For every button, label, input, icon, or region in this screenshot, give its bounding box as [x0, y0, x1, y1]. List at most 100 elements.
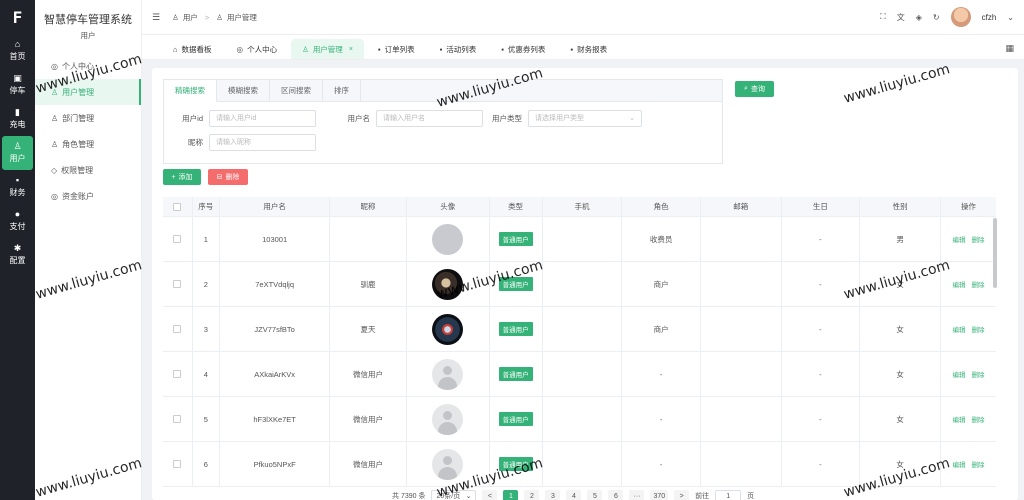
- tab-user-management[interactable]: ♙ 用户管理 ×: [291, 39, 364, 59]
- rail-item-home[interactable]: ⌂ 首页: [0, 34, 35, 68]
- row-checkbox[interactable]: [173, 460, 182, 468]
- edit-button[interactable]: 编辑: [952, 369, 965, 379]
- sidebar-item-user-management[interactable]: ♙ 用户管理: [35, 79, 141, 105]
- cell-actions: 编辑 删除: [941, 262, 996, 306]
- cell-avatar: [407, 217, 490, 261]
- refresh-icon[interactable]: ↻: [933, 13, 940, 22]
- row-checkbox[interactable]: [173, 415, 182, 423]
- breadcrumb-item[interactable]: 用户: [183, 12, 198, 23]
- page-size-select[interactable]: 20条/页 ⌄: [431, 489, 477, 500]
- theme-icon[interactable]: ◈: [916, 13, 922, 22]
- tab-coupons[interactable]: ▪ 优惠券列表: [490, 39, 557, 59]
- rail-item-payment[interactable]: ● 支付: [0, 204, 35, 238]
- search-row-2: 昵称 请输入昵称: [164, 131, 722, 153]
- avatar[interactable]: [950, 7, 971, 27]
- prev-page-button[interactable]: <: [482, 489, 498, 500]
- page-button[interactable]: 3: [545, 489, 561, 500]
- delete-row-button[interactable]: 删除: [971, 324, 984, 334]
- tab-sort[interactable]: 排序: [323, 80, 361, 101]
- username-input[interactable]: 请输入用户名: [376, 109, 483, 127]
- userid-input[interactable]: 请输入用户id: [209, 109, 316, 127]
- cell-nickname: 微信用户: [330, 352, 407, 396]
- table-row[interactable]: 5 hF3lXKe7ET 微信用户 普通用户 - - 女编辑 删除: [163, 397, 996, 442]
- page-button[interactable]: 5: [587, 489, 603, 500]
- cell-no: 1: [193, 217, 221, 261]
- row-checkbox[interactable]: [173, 280, 182, 288]
- rail-item-user[interactable]: ♙ 用户: [2, 136, 33, 170]
- rail-item-finance[interactable]: ▪ 财务: [0, 170, 35, 204]
- chevron-down-icon: ⌄: [465, 493, 472, 500]
- sidebar-item-fund-account[interactable]: ◎ 资金账户: [35, 183, 141, 209]
- grid-icon[interactable]: ▦: [1005, 43, 1014, 54]
- tab-dashboard[interactable]: ⌂ 数据看板: [162, 39, 223, 59]
- tab-exact-search[interactable]: 精确搜索: [164, 80, 217, 102]
- tab-fuzzy-search[interactable]: 模糊搜索: [217, 80, 270, 101]
- list-icon: ▪: [439, 44, 443, 54]
- search-icon: ⌕: [744, 85, 748, 92]
- edit-button[interactable]: 编辑: [952, 279, 965, 289]
- delete-row-button[interactable]: 删除: [971, 369, 984, 379]
- edit-button[interactable]: 编辑: [952, 234, 965, 244]
- row-checkbox[interactable]: [173, 325, 182, 333]
- avatar: [432, 448, 464, 480]
- search-row-1: 用户id 请输入用户id 用户名 请输入用户名 用户类型 请选择用户类型 ⌄: [164, 107, 722, 129]
- sidebar-item-permissions[interactable]: ◇ 权限管理: [35, 157, 141, 183]
- table-row[interactable]: 2 7eXTVdqljq 驯鹿 普通用户 商户 - 女编辑 删除: [163, 262, 996, 307]
- sidebar-item-roles[interactable]: ♙ 角色管理: [35, 131, 141, 157]
- page-button[interactable]: 4: [566, 489, 582, 500]
- sidebar-item-profile[interactable]: ◎ 个人中心: [35, 53, 141, 79]
- table-row[interactable]: 4 AXkaiArKVx 微信用户 普通用户 - - 女编辑 删除: [163, 352, 996, 397]
- rail-item-label: 停车: [9, 86, 26, 95]
- close-icon[interactable]: ×: [349, 46, 353, 53]
- table-row[interactable]: 3 JZV77sfBTo 夏天 普通用户 商户 - 女编辑 删除: [163, 307, 996, 352]
- menu-fold-icon[interactable]: ☰: [152, 12, 160, 23]
- translate-icon[interactable]: 文: [897, 12, 905, 23]
- select-all-checkbox[interactable]: [173, 202, 182, 211]
- delete-row-button[interactable]: 删除: [971, 234, 984, 244]
- delete-row-button[interactable]: 删除: [971, 414, 984, 424]
- column-header: 手机: [543, 197, 623, 216]
- delete-button[interactable]: ⊟ 删除: [208, 169, 248, 185]
- table-scrollbar[interactable]: [993, 218, 997, 288]
- column-header: 昵称: [330, 197, 407, 216]
- page-button[interactable]: 2: [524, 489, 540, 500]
- cell-username: AXkaiArKVx: [220, 352, 331, 396]
- usertype-select[interactable]: 请选择用户类型 ⌄: [528, 109, 642, 127]
- rail-item-charging[interactable]: ▮ 充电: [0, 102, 35, 136]
- page-button[interactable]: 370: [650, 489, 669, 500]
- tab-finance-report[interactable]: ▪ 财务报表: [559, 39, 619, 59]
- table-body: 1 103001 普通用户 收费员 - 男编辑 删除 2 7eXTVdqljq 驯鹿 普通用户 商户 -…: [163, 217, 996, 487]
- page-button[interactable]: 1: [503, 489, 519, 500]
- rail-item-parking[interactable]: ▣ 停车: [0, 68, 35, 102]
- tab-orders[interactable]: ▪ 订单列表: [366, 39, 426, 59]
- delete-row-button[interactable]: 删除: [971, 459, 984, 469]
- row-checkbox[interactable]: [173, 370, 182, 378]
- next-page-button[interactable]: >: [674, 489, 690, 500]
- row-checkbox[interactable]: [173, 235, 182, 243]
- cell-no: 2: [193, 262, 221, 306]
- edit-button[interactable]: 编辑: [952, 324, 965, 334]
- breadcrumb-item: 用户管理: [226, 12, 257, 22]
- query-button[interactable]: ⌕ 查询: [735, 81, 774, 97]
- add-button[interactable]: + 添加: [163, 169, 201, 185]
- column-header: 邮箱: [701, 197, 782, 216]
- rail-item-config[interactable]: ✱ 配置: [0, 238, 35, 272]
- cell-gender: 女: [860, 442, 941, 486]
- goto-page-input[interactable]: 1: [715, 489, 742, 500]
- edit-button[interactable]: 编辑: [952, 414, 965, 424]
- tab-profile[interactable]: ◎ 个人中心: [225, 39, 289, 59]
- sidebar-item-departments[interactable]: ♙ 部门管理: [35, 105, 141, 131]
- edit-button[interactable]: 编辑: [952, 459, 965, 469]
- username[interactable]: cfzh: [982, 13, 997, 22]
- nickname-input[interactable]: 请输入昵称: [209, 133, 316, 151]
- tab-range-search[interactable]: 区间搜索: [270, 80, 323, 101]
- tab-activities[interactable]: ▪ 活动列表: [428, 39, 488, 59]
- delete-row-button[interactable]: 删除: [971, 279, 984, 289]
- chevron-down-icon[interactable]: ⌄: [1007, 13, 1014, 22]
- more-pages-button[interactable]: ···: [629, 489, 645, 500]
- table-row[interactable]: 1 103001 普通用户 收费员 - 男编辑 删除: [163, 217, 996, 262]
- cell-email: [701, 307, 782, 351]
- table-row[interactable]: 6 Pfkuo5NPxF 微信用户 普通用户 - - 女编辑 删除: [163, 442, 996, 487]
- page-button[interactable]: 6: [608, 489, 624, 500]
- fullscreen-icon[interactable]: ⛶: [880, 12, 886, 22]
